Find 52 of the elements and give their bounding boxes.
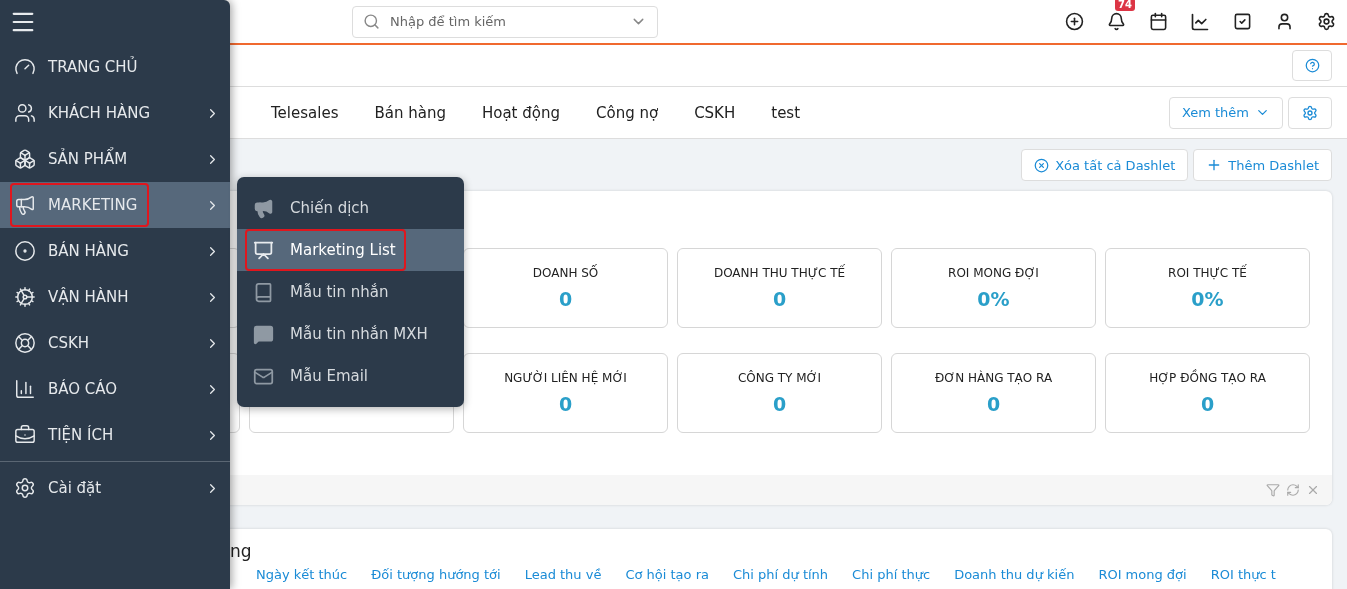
stat-label: DOANH THU THỰC TẾ [713, 266, 846, 280]
submenu-item[interactable]: Mẫu tin nhắn MXH [237, 313, 464, 355]
submenu-item[interactable]: Mẫu tin nhắn [237, 271, 464, 313]
stat-value: 0% [1191, 288, 1224, 310]
column-link[interactable]: Chi phí thực [852, 567, 931, 582]
sidebar-item[interactable]: SẢN PHẨM [0, 136, 230, 182]
sidebar-item[interactable]: KHÁCH HÀNG [0, 90, 230, 136]
tab[interactable]: CSKH [676, 87, 754, 138]
stat-label: ROI THỰC TẾ [1168, 266, 1247, 280]
stat-label: ROI MONG ĐỢI [948, 266, 1039, 280]
stat-label: CÔNG TY MỚI [737, 371, 822, 385]
column-link[interactable]: Chi phí dự tính [733, 567, 829, 582]
card-title: ng [229, 541, 253, 561]
stat-label: HỢP ĐỒNG TẠO RA [1149, 371, 1266, 385]
stat-label: NGƯỜI LIÊN HỆ MỚI [504, 371, 627, 385]
stat-value: 0 [1200, 393, 1215, 415]
column-link[interactable]: Lead thu về [524, 567, 602, 582]
sidebar-item[interactable]: CSKH [0, 320, 230, 366]
add-dashlet-button[interactable]: Thêm Dashlet [1193, 149, 1332, 181]
sidebar-item[interactable]: Cài đặt [0, 465, 230, 511]
more-button[interactable]: Xem thêm [1168, 96, 1283, 129]
sidebar-item[interactable]: VẬN HÀNH [0, 274, 230, 320]
sidebar-item[interactable]: TIỆN ÍCH [0, 412, 230, 458]
tab[interactable]: Bán hàng [356, 87, 464, 138]
stat-value: 0 [558, 393, 573, 415]
stat-label: ĐƠN HÀNG TẠO RA [934, 371, 1053, 385]
sidebar-item[interactable]: TRANG CHỦ [0, 44, 230, 90]
tab[interactable]: Công nợ [578, 87, 677, 138]
column-link[interactable]: Đối tượng hướng tới [371, 567, 501, 582]
tab[interactable]: Hoạt động [463, 87, 578, 138]
submenu-item[interactable]: Mẫu Email [237, 355, 464, 397]
submenu-item[interactable]: Chiến dịch [237, 187, 464, 229]
column-link[interactable]: ROI thực t [1210, 567, 1276, 582]
notification-badge: 74 [1115, 0, 1135, 11]
column-link[interactable]: Ngày kết thúc [256, 567, 348, 582]
stat-value: 0 [772, 393, 787, 415]
stat-value: 0% [977, 288, 1010, 310]
remove-dashlets-button[interactable]: Xóa tất cả Dashlet [1021, 149, 1189, 181]
column-link[interactable]: Doanh thu dự kiến [954, 567, 1075, 582]
tab[interactable]: test [753, 87, 819, 138]
stat-label: DOANH SỐ [532, 266, 599, 280]
search-field[interactable]: Nhập để tìm kiếm [352, 5, 658, 38]
sidebar-item[interactable]: MARKETING [0, 182, 230, 228]
sidebar-item[interactable]: BÁN HÀNG [0, 228, 230, 274]
stat-value: 0 [558, 288, 573, 310]
sidebar-item[interactable]: BÁO CÁO [0, 366, 230, 412]
stat-value: 0 [986, 393, 1001, 415]
column-link[interactable]: ROI mong đợi [1098, 567, 1187, 582]
submenu-item[interactable]: Marketing List [237, 229, 464, 271]
column-link[interactable]: Cơ hội tạo ra [625, 567, 709, 582]
stat-value: 0 [772, 288, 787, 310]
tab[interactable]: Telesales [253, 87, 357, 138]
